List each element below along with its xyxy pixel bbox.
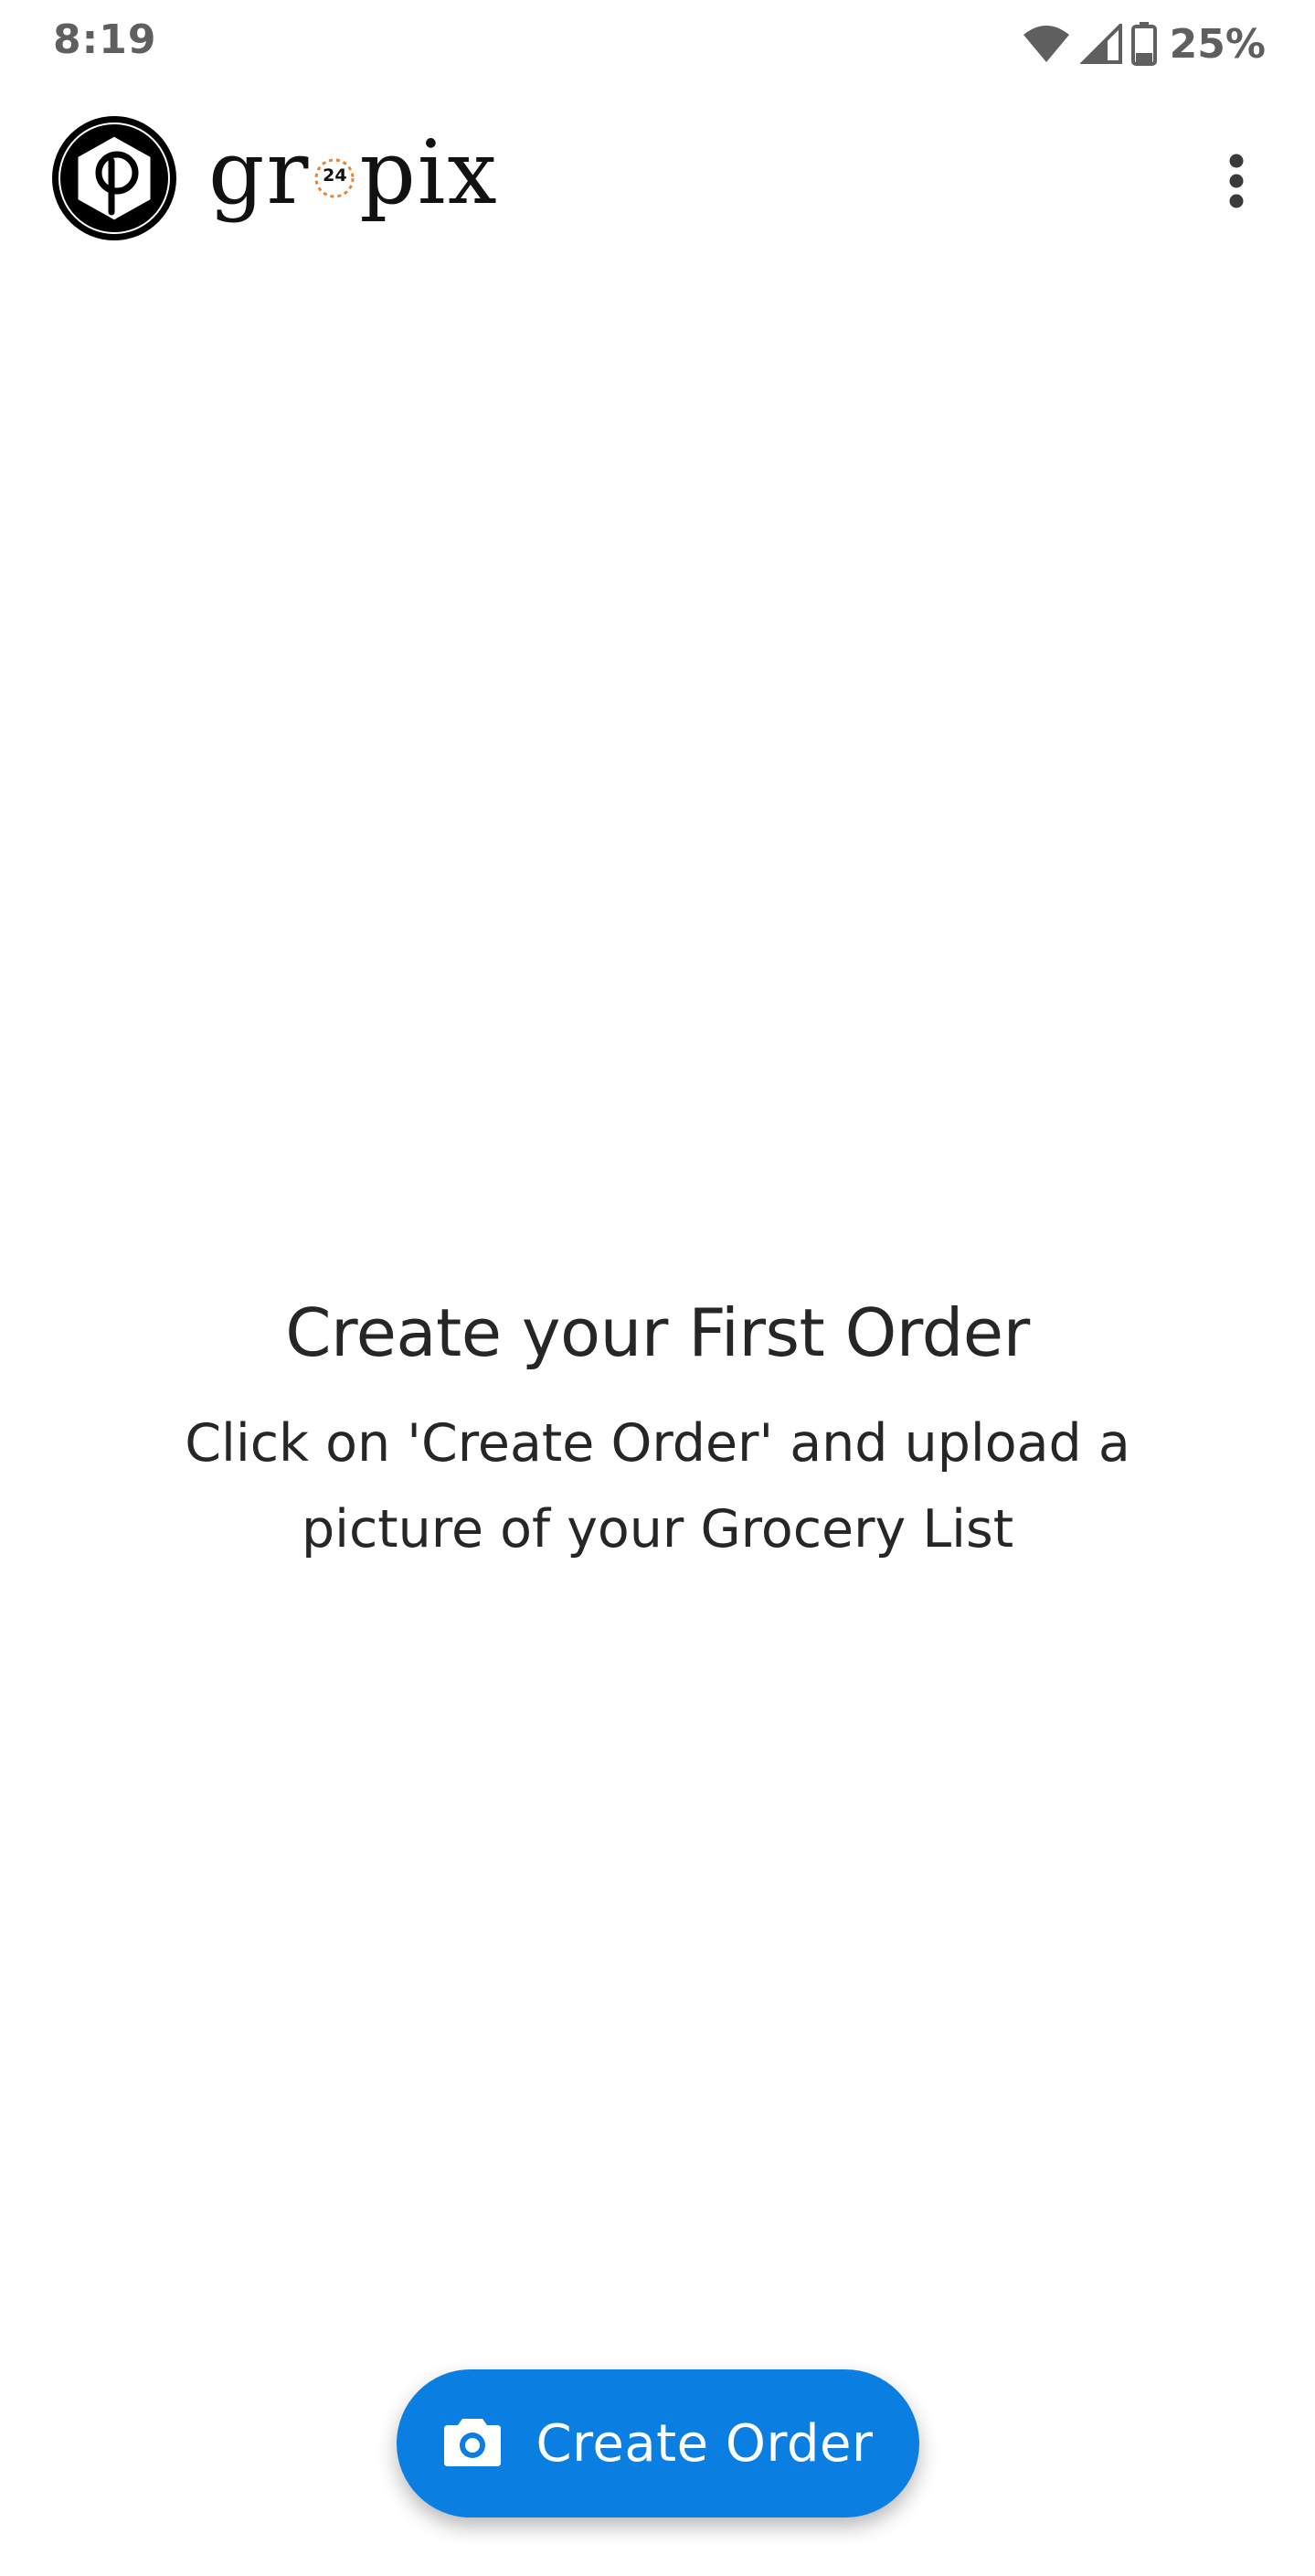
brand-badge-number: 24 — [323, 165, 347, 186]
brand-text-end: pix — [359, 122, 499, 224]
brand-badge: 24 — [312, 155, 357, 201]
empty-state: Create your First Order Click on 'Create… — [0, 1291, 1315, 1572]
status-bar: 8:19 25% — [0, 0, 1315, 87]
battery-percent: 25% — [1169, 20, 1266, 68]
create-order-button[interactable]: Create Order — [397, 2369, 919, 2517]
brand-wordmark: gr 24 pix — [208, 122, 499, 223]
status-icons: 25% — [1022, 18, 1266, 69]
create-order-label: Create Order — [536, 2413, 874, 2474]
aperture-logo-icon — [51, 115, 177, 241]
app-bar: gr 24 pix — [0, 110, 1315, 247]
empty-state-title: Create your First Order — [285, 1294, 1030, 1371]
camera-icon — [442, 2415, 503, 2472]
status-time: 8:19 — [53, 16, 157, 63]
wifi-icon — [1022, 24, 1071, 64]
cell-signal-icon — [1079, 24, 1122, 64]
more-vert-icon[interactable] — [1211, 144, 1262, 218]
empty-state-subtitle: Click on 'Create Order' and upload a pic… — [185, 1412, 1130, 1559]
battery-icon — [1130, 22, 1157, 66]
brand-text-start: gr — [208, 122, 311, 224]
